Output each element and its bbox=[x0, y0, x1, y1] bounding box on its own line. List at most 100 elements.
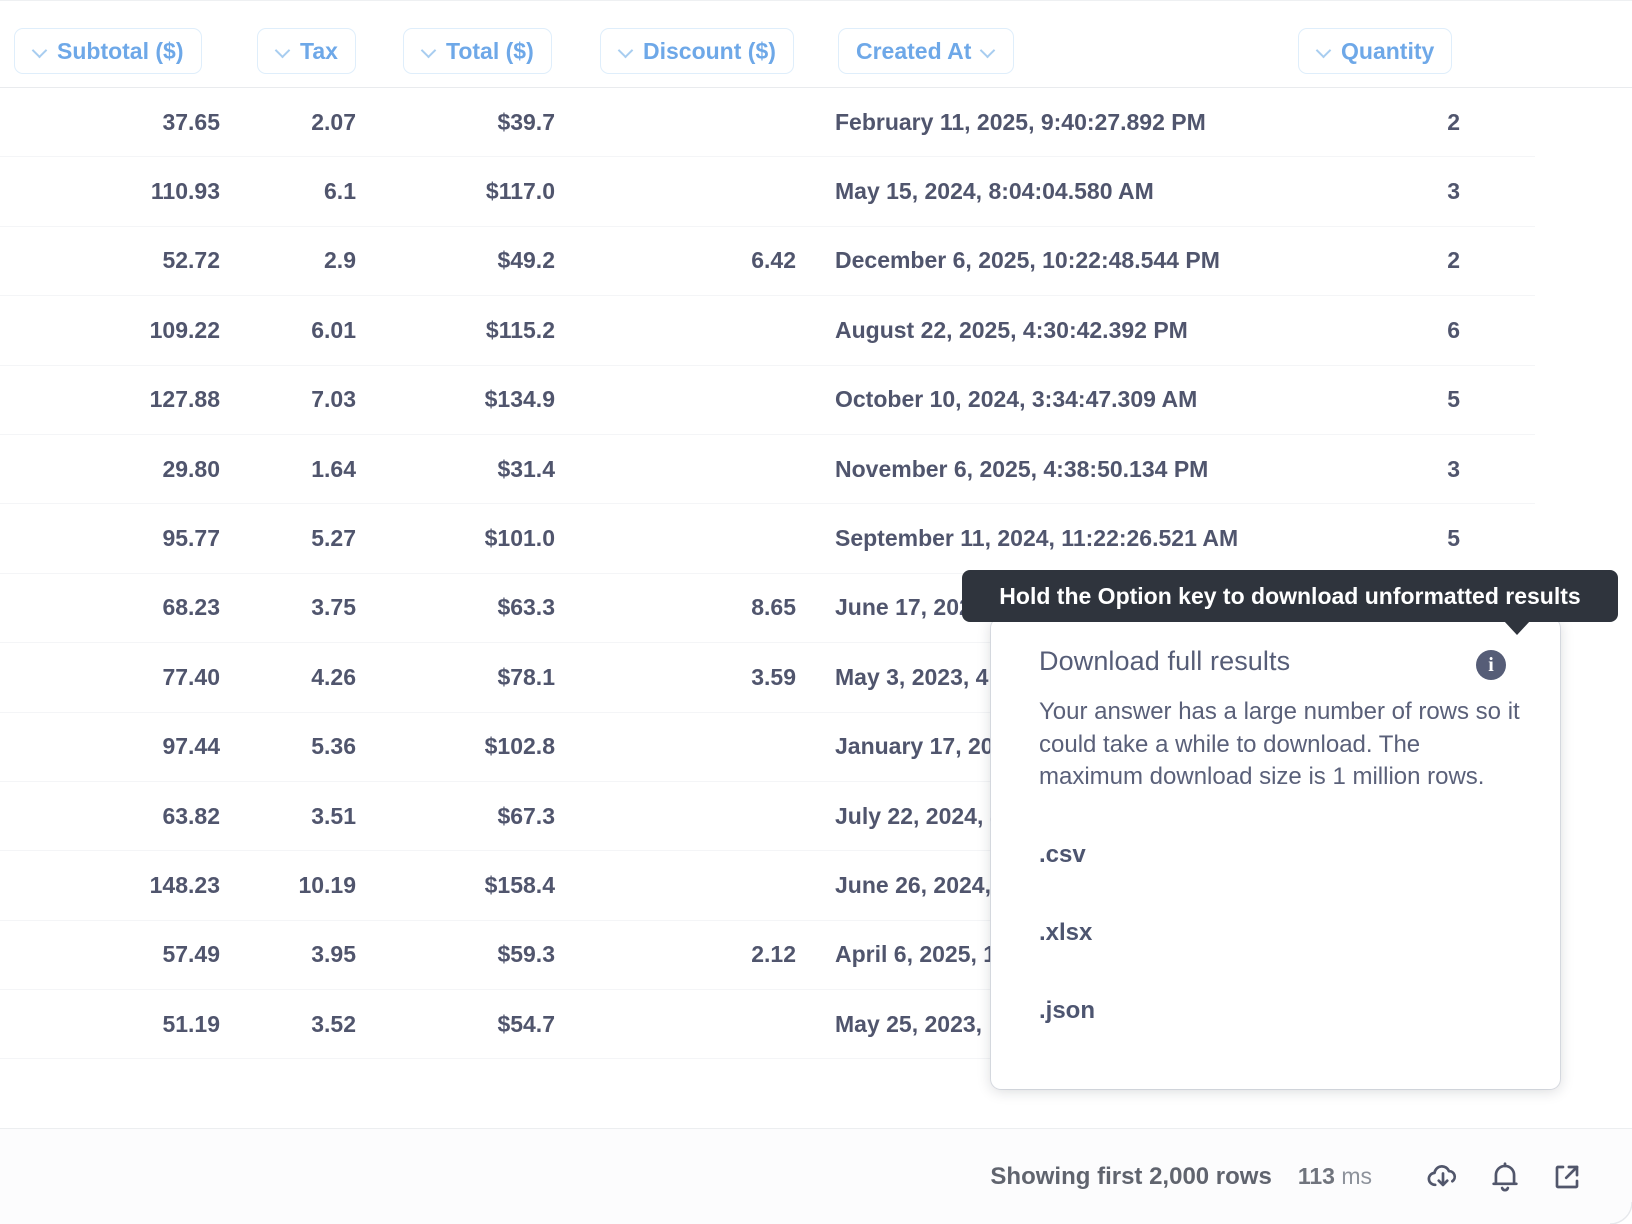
cell-subtotal[interactable]: 148.23 bbox=[0, 851, 220, 919]
cell-discount[interactable] bbox=[600, 435, 796, 503]
cell-quantity[interactable]: 5 bbox=[1290, 504, 1460, 572]
cell-tax[interactable]: 10.19 bbox=[236, 851, 356, 919]
cell-discount[interactable]: 8.65 bbox=[600, 574, 796, 642]
cell-discount[interactable] bbox=[600, 990, 796, 1058]
panel-corner bbox=[1610, 1202, 1632, 1224]
cell-tax[interactable]: 5.27 bbox=[236, 504, 356, 572]
cell-discount[interactable] bbox=[600, 713, 796, 781]
cell-total[interactable]: $54.7 bbox=[380, 990, 555, 1058]
cell-tax[interactable]: 2.07 bbox=[236, 88, 356, 156]
cell-discount[interactable] bbox=[600, 366, 796, 434]
chevron-down-icon bbox=[275, 43, 291, 59]
cell-tax[interactable]: 4.26 bbox=[236, 643, 356, 711]
chevron-down-icon bbox=[1316, 43, 1332, 59]
cell-discount[interactable] bbox=[600, 296, 796, 364]
cell-total[interactable]: $134.9 bbox=[380, 366, 555, 434]
cell-total[interactable]: $102.8 bbox=[380, 713, 555, 781]
cell-total[interactable]: $78.1 bbox=[380, 643, 555, 711]
popover-header: Download full results i bbox=[991, 618, 1560, 680]
external-link-icon[interactable] bbox=[1536, 1146, 1598, 1208]
chevron-down-icon bbox=[618, 43, 634, 59]
cell-quantity[interactable]: 2 bbox=[1290, 227, 1460, 295]
cell-discount[interactable]: 2.12 bbox=[600, 921, 796, 989]
query-results-panel: Subtotal ($) Tax Total ($) Discount ($) … bbox=[0, 0, 1632, 1224]
query-duration-unit: ms bbox=[1341, 1163, 1372, 1189]
cell-tax[interactable]: 3.51 bbox=[236, 782, 356, 850]
cell-subtotal[interactable]: 68.23 bbox=[0, 574, 220, 642]
column-header-discount[interactable]: Discount ($) bbox=[600, 28, 794, 74]
cell-discount[interactable] bbox=[600, 157, 796, 225]
cell-subtotal[interactable]: 51.19 bbox=[0, 990, 220, 1058]
results-footer: Showing first 2,000 rows 113 ms bbox=[0, 1128, 1632, 1224]
column-header-label: Tax bbox=[300, 37, 338, 64]
cell-quantity[interactable]: 2 bbox=[1290, 88, 1460, 156]
cell-tax[interactable]: 2.9 bbox=[236, 227, 356, 295]
download-format-json[interactable]: .json bbox=[991, 972, 1560, 1050]
cell-discount[interactable] bbox=[600, 851, 796, 919]
column-header-label: Created At bbox=[856, 37, 972, 64]
cell-total[interactable]: $117.0 bbox=[380, 157, 555, 225]
download-results-popover[interactable]: Download full results i Your answer has … bbox=[991, 618, 1560, 1089]
cell-discount[interactable]: 3.59 bbox=[600, 643, 796, 711]
cell-tax[interactable]: 5.36 bbox=[236, 713, 356, 781]
cell-tax[interactable]: 3.95 bbox=[236, 921, 356, 989]
cell-quantity[interactable]: 6 bbox=[1290, 296, 1460, 364]
cell-total[interactable]: $59.3 bbox=[380, 921, 555, 989]
cell-subtotal[interactable]: 127.88 bbox=[0, 366, 220, 434]
cell-total[interactable]: $49.2 bbox=[380, 227, 555, 295]
table-row[interactable]: 95.77 5.27 $101.0 September 11, 2024, 11… bbox=[0, 504, 1632, 575]
download-hint-tooltip: Hold the Option key to download unformat… bbox=[962, 570, 1618, 635]
cell-total[interactable]: $101.0 bbox=[380, 504, 555, 572]
cell-tax[interactable]: 6.1 bbox=[236, 157, 356, 225]
cell-subtotal[interactable]: 95.77 bbox=[0, 504, 220, 572]
cloud-download-icon[interactable] bbox=[1412, 1146, 1474, 1208]
cell-subtotal[interactable]: 110.93 bbox=[0, 157, 220, 225]
bell-icon[interactable] bbox=[1474, 1146, 1536, 1208]
cell-discount[interactable] bbox=[600, 782, 796, 850]
column-header-tax[interactable]: Tax bbox=[257, 28, 356, 74]
cell-tax[interactable]: 1.64 bbox=[236, 435, 356, 503]
download-format-csv[interactable]: .csv bbox=[991, 816, 1560, 894]
cell-tax[interactable]: 7.03 bbox=[236, 366, 356, 434]
cell-tax[interactable]: 3.75 bbox=[236, 574, 356, 642]
cell-tax[interactable]: 3.52 bbox=[236, 990, 356, 1058]
cell-subtotal[interactable]: 97.44 bbox=[0, 713, 220, 781]
table-row[interactable]: 37.65 2.07 $39.7 February 11, 2025, 9:40… bbox=[0, 88, 1632, 158]
cell-subtotal[interactable]: 37.65 bbox=[0, 88, 220, 156]
cell-total[interactable]: $158.4 bbox=[380, 851, 555, 919]
row-count-label: Showing first 2,000 rows bbox=[990, 1162, 1272, 1190]
cell-total[interactable]: $31.4 bbox=[380, 435, 555, 503]
cell-quantity[interactable]: 5 bbox=[1290, 366, 1460, 434]
column-header-subtotal[interactable]: Subtotal ($) bbox=[14, 28, 202, 74]
cell-discount[interactable] bbox=[600, 504, 796, 572]
popover-description: Your answer has a large number of rows s… bbox=[1039, 698, 1520, 791]
cell-total[interactable]: $67.3 bbox=[380, 782, 555, 850]
cell-tax[interactable]: 6.01 bbox=[236, 296, 356, 364]
info-icon[interactable]: i bbox=[1476, 650, 1506, 680]
column-header-quantity[interactable]: Quantity bbox=[1298, 28, 1453, 74]
download-format-xlsx[interactable]: .xlsx bbox=[991, 894, 1560, 972]
column-header-total[interactable]: Total ($) bbox=[403, 28, 552, 74]
cell-quantity[interactable]: 3 bbox=[1290, 157, 1460, 225]
table-row[interactable]: 109.22 6.01 $115.2 August 22, 2025, 4:30… bbox=[0, 296, 1632, 366]
cell-subtotal[interactable]: 57.49 bbox=[0, 921, 220, 989]
cell-subtotal[interactable]: 109.22 bbox=[0, 296, 220, 364]
cell-discount[interactable] bbox=[600, 88, 796, 156]
cell-total[interactable]: $39.7 bbox=[380, 88, 555, 156]
cell-subtotal[interactable]: 63.82 bbox=[0, 782, 220, 850]
cell-subtotal[interactable]: 52.72 bbox=[0, 227, 220, 295]
table-row[interactable]: 29.80 1.64 $31.4 November 6, 2025, 4:38:… bbox=[0, 434, 1632, 505]
table-row[interactable]: 110.93 6.1 $117.0 May 15, 2024, 8:04:04.… bbox=[0, 157, 1632, 228]
cell-subtotal[interactable]: 29.80 bbox=[0, 435, 220, 503]
popover-title: Download full results bbox=[1039, 646, 1291, 676]
column-header-created-at[interactable]: Created At bbox=[838, 28, 1015, 74]
cell-quantity[interactable]: 3 bbox=[1290, 435, 1460, 503]
cell-total[interactable]: $115.2 bbox=[380, 296, 555, 364]
table-column-header: Subtotal ($) Tax Total ($) Discount ($) … bbox=[0, 0, 1632, 88]
cell-total[interactable]: $63.3 bbox=[380, 574, 555, 642]
table-row[interactable]: 127.88 7.03 $134.9 October 10, 2024, 3:3… bbox=[0, 365, 1632, 436]
cell-discount[interactable]: 6.42 bbox=[600, 227, 796, 295]
table-row[interactable]: 52.72 2.9 $49.2 6.42 December 6, 2025, 1… bbox=[0, 226, 1632, 297]
cell-subtotal[interactable]: 77.40 bbox=[0, 643, 220, 711]
chevron-down-icon bbox=[980, 43, 996, 59]
